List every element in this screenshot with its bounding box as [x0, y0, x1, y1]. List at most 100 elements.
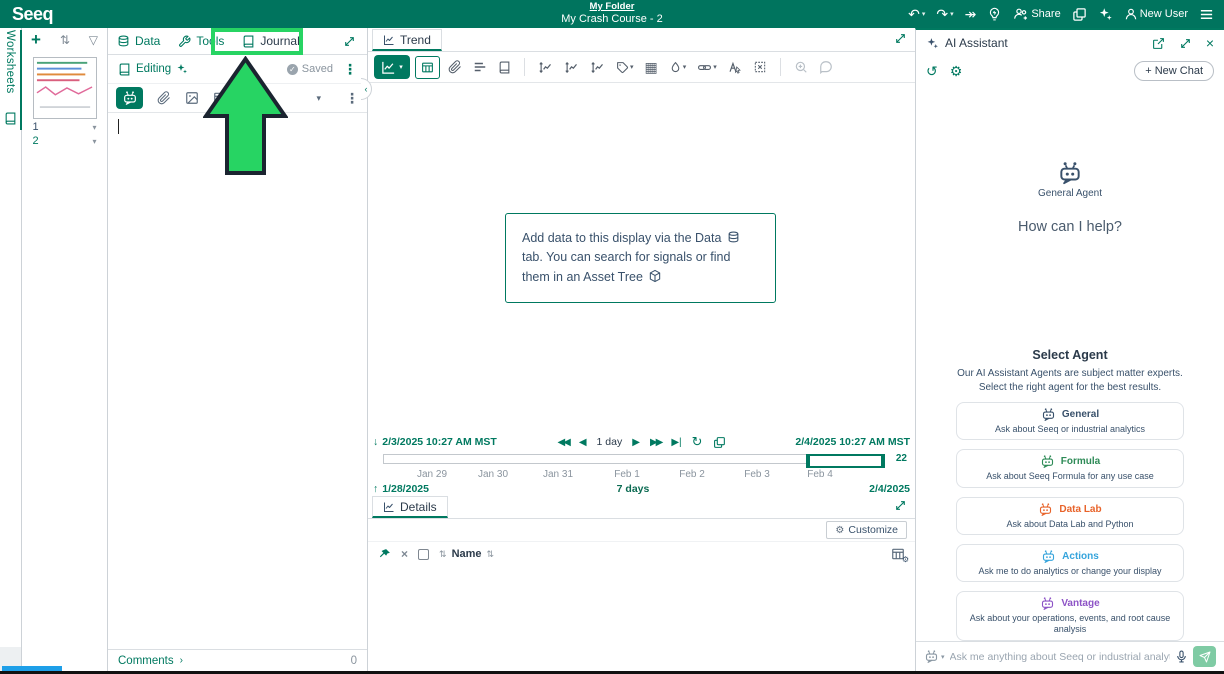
ai-assistant-toggle[interactable] [1098, 7, 1113, 22]
worksheet-1-menu-caret[interactable]: ▾ [92, 123, 96, 132]
agent-card-vantage[interactable]: Vantage Ask about your operations, event… [956, 591, 1184, 641]
new-chat-button[interactable]: + New Chat [1134, 61, 1214, 81]
column-settings-button[interactable]: ⚙ [891, 547, 905, 561]
worksheets-icon [4, 112, 17, 125]
one-lane-button[interactable] [535, 60, 556, 75]
journal-toolbar-kebab[interactable]: ⋮ [345, 90, 359, 107]
agent-card-actions[interactable]: Actions Ask me to do analytics or change… [956, 544, 1184, 582]
add-worksheet-button[interactable]: + [31, 34, 41, 46]
expand-assistant-button[interactable] [1179, 37, 1192, 50]
name-column-header[interactable]: ⇅ Name ⇅ [439, 548, 494, 560]
trend-chart-area[interactable]: Add data to this display via the Data ta… [368, 83, 915, 433]
filter-worksheets-button[interactable]: ▽ [89, 33, 98, 47]
document-header: My Folder My Crash Course - 2 [561, 0, 662, 26]
remove-all-button[interactable]: × [401, 547, 408, 561]
gridlines-button[interactable]: ▦ [642, 59, 661, 76]
step-forward-button[interactable]: ▶ [632, 437, 640, 448]
select-all-checkbox[interactable] [418, 549, 429, 560]
expand-journal-icon[interactable] [343, 35, 356, 48]
journal-editor[interactable] [108, 113, 367, 649]
capsule-time-button[interactable]: ▾ [694, 60, 720, 75]
user-menu[interactable]: New User [1124, 7, 1188, 21]
worksheets-vertical-tab[interactable]: Worksheets [0, 30, 22, 130]
deselect-button[interactable] [750, 60, 770, 74]
reference-button[interactable] [495, 61, 514, 74]
insert-table-button[interactable] [213, 91, 227, 105]
step-to-end-button[interactable]: ▶| [671, 437, 681, 448]
agent-card-header: Vantage [962, 596, 1178, 611]
duplicate-range-icon[interactable] [713, 436, 726, 449]
open-in-new-window-button[interactable] [1152, 37, 1165, 50]
undo-button[interactable]: ↶▾ [908, 7, 925, 21]
database-icon [727, 231, 740, 244]
refresh-button[interactable]: ↻ [692, 434, 703, 450]
step-back-much-button[interactable]: ◀◀ [557, 437, 568, 448]
step-forward-much-button[interactable]: ▶▶ [650, 437, 661, 448]
pin-icon[interactable] [378, 548, 391, 561]
empty-display-message: Add data to this display via the Data ta… [505, 213, 776, 303]
worksheet-2-menu-caret[interactable]: ▾ [92, 137, 96, 146]
sparkles-icon [176, 63, 188, 75]
one-axis-button[interactable] [561, 60, 582, 75]
table-view-button[interactable] [415, 56, 440, 79]
step-back-button[interactable]: ◀ [579, 437, 587, 448]
agent-description: Ask about Seeq Formula for any use case [962, 471, 1178, 482]
agent-selector[interactable]: ▾ [924, 649, 945, 664]
compare-view-button[interactable] [470, 60, 490, 74]
agent-card-general[interactable]: General Ask about Seeq or industrial ana… [956, 402, 1184, 440]
labels-button[interactable]: ▾ [613, 61, 637, 74]
display-type-button[interactable]: ▾ [374, 55, 410, 79]
microphone-button[interactable] [1175, 650, 1188, 663]
sort-icon[interactable]: ⇅ [439, 549, 447, 560]
external-link-icon [1152, 37, 1165, 50]
assistant-settings-button[interactable]: ⚙ [950, 63, 963, 80]
share-button[interactable]: Share [1013, 6, 1060, 22]
range-handle-label[interactable]: 22 [896, 453, 907, 464]
range-duration-button[interactable]: 1 day [597, 436, 623, 448]
expand-details-icon[interactable] [894, 499, 907, 512]
dimming-button[interactable]: ▾ [666, 61, 690, 74]
close-assistant-button[interactable]: × [1206, 36, 1214, 50]
send-button[interactable] [1193, 646, 1216, 667]
tab-details[interactable]: Details [372, 496, 448, 518]
redo-all-button[interactable]: ↠ [965, 7, 977, 21]
sort-icon[interactable]: ⇅ [487, 549, 495, 560]
range-selection[interactable] [806, 454, 885, 468]
lane-icon [564, 60, 579, 75]
customize-axes-button[interactable] [587, 60, 608, 75]
tab-data[interactable]: Data [117, 34, 160, 48]
tips-button[interactable] [987, 7, 1002, 22]
comments-toggle[interactable]: Comments › 0 [108, 649, 367, 671]
customize-button[interactable]: ⚙Customize [826, 521, 907, 539]
tab-tools[interactable]: Tools [178, 34, 224, 48]
display-range-start[interactable]: ↓2/3/2025 10:27 AM MST [373, 436, 497, 448]
agent-card-datalab[interactable]: Data Lab Ask about Data Lab and Python [956, 497, 1184, 535]
agent-card-formula[interactable]: Formula Ask about Seeq Formula for any u… [956, 449, 1184, 487]
insert-link-button[interactable] [157, 91, 171, 105]
range-slider[interactable] [383, 454, 885, 468]
new-chat-label: New Chat [1155, 65, 1203, 77]
tab-journal[interactable]: Journal [242, 34, 299, 48]
breadcrumb[interactable]: My Folder [561, 2, 662, 12]
worksheet-1-thumbnail[interactable] [33, 57, 97, 119]
chart-line-icon [381, 60, 396, 75]
more-formatting-caret[interactable]: ▾ [316, 93, 321, 104]
investigate-duration-button[interactable]: 7 days [617, 483, 650, 495]
windows-button[interactable] [1072, 7, 1087, 22]
display-range-end[interactable]: 2/4/2025 10:27 AM MST [795, 436, 910, 448]
investigate-range-end[interactable]: 2/4/2025 [869, 483, 910, 495]
journal-menu-kebab[interactable]: ⋮ [343, 61, 357, 78]
assistant-chat-input[interactable] [950, 651, 1170, 663]
annotate-button[interactable] [725, 60, 745, 74]
tab-trend[interactable]: Trend [372, 29, 442, 51]
investigate-range-start[interactable]: ↑1/28/2025 [373, 483, 429, 495]
insert-image-button[interactable] [185, 91, 199, 105]
ai-compose-button[interactable] [116, 87, 143, 109]
chain-view-button[interactable] [445, 60, 465, 74]
editing-mode-button[interactable]: Editing [118, 63, 188, 76]
chat-history-button[interactable]: ↺ [926, 63, 938, 80]
expand-trend-icon[interactable] [894, 32, 907, 45]
hamburger-menu[interactable] [1199, 7, 1214, 22]
sort-worksheets-button[interactable]: ⇅ [60, 33, 70, 47]
redo-button[interactable]: ↷▾ [936, 7, 953, 21]
